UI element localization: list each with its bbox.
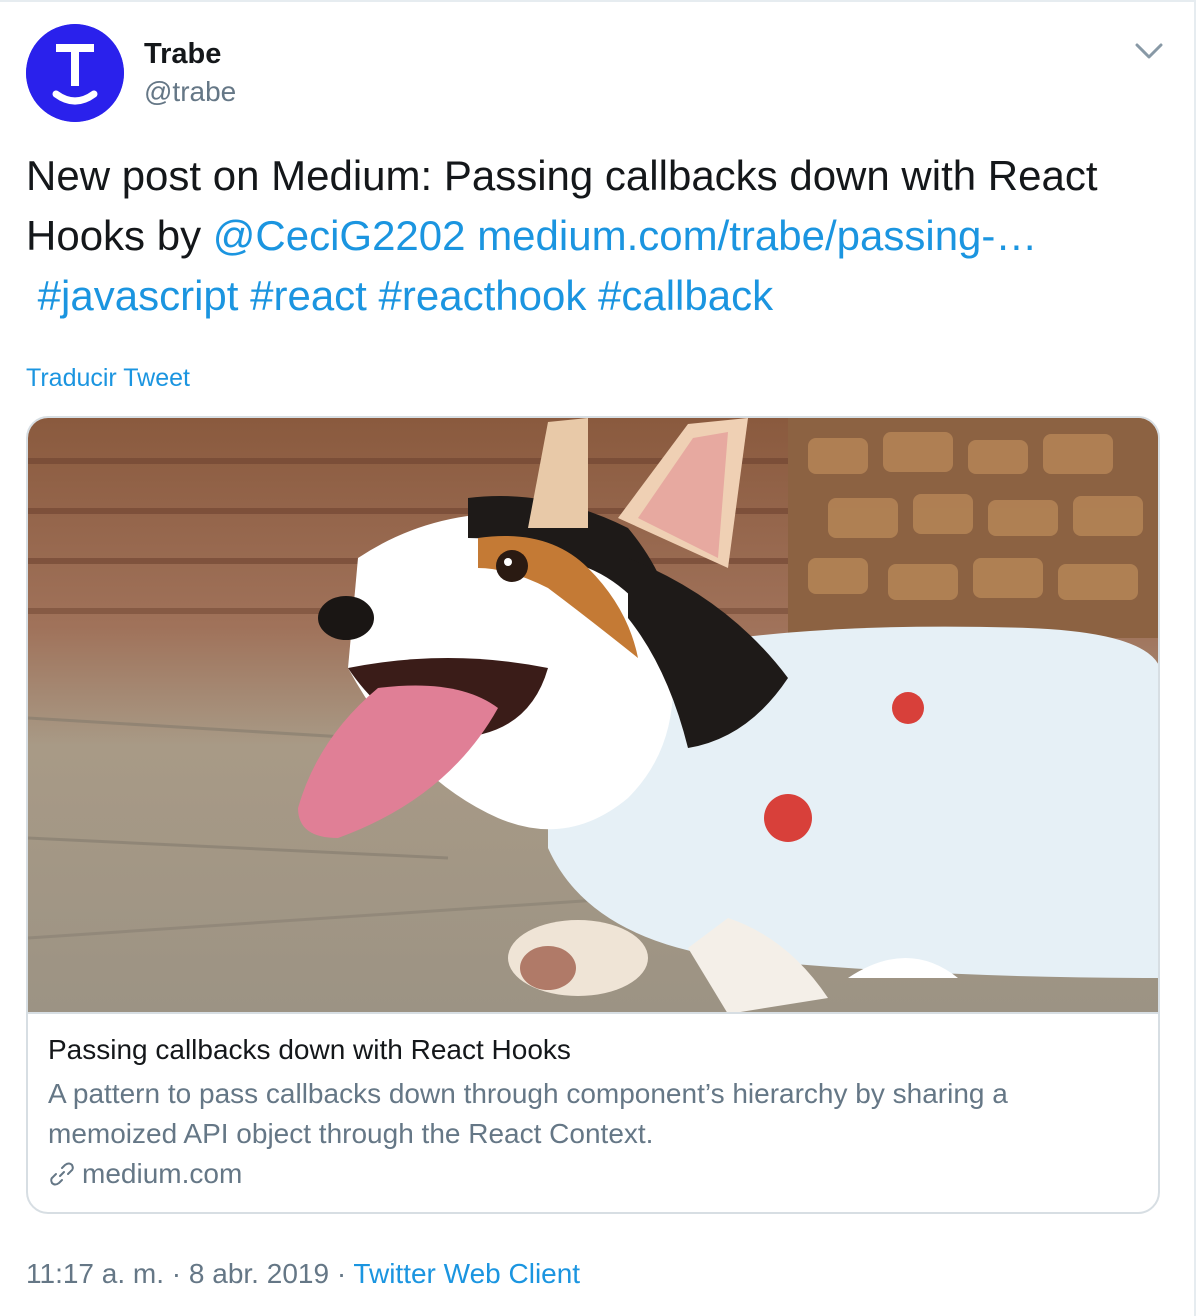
card-image[interactable] (28, 418, 1158, 1014)
tweet-source-link[interactable]: Twitter Web Client (353, 1258, 580, 1289)
tweet-date[interactable]: 8 abr. 2019 (189, 1258, 329, 1289)
corgi-photo (28, 418, 1158, 1014)
translate-tweet-link[interactable]: Traducir Tweet (26, 364, 190, 393)
card-domain[interactable]: medium.com (48, 1158, 242, 1190)
author-handle[interactable]: @trabe (144, 76, 236, 108)
avatar[interactable] (26, 24, 124, 122)
link-icon (48, 1160, 76, 1188)
hashtag-react[interactable]: #react (250, 272, 367, 319)
card-divider (28, 1012, 1158, 1014)
author-name[interactable]: Trabe (144, 38, 221, 71)
trabe-logo-icon (26, 24, 124, 122)
tweet-text: New post on Medium: Passing callbacks do… (26, 146, 1176, 326)
tweet-line-2-prefix: Hooks by (26, 212, 213, 259)
mention-link[interactable]: @CeciG2202 (213, 212, 466, 259)
meta-separator-2: · (336, 1258, 347, 1289)
frame-top-border (0, 0, 1196, 2)
url-link[interactable]: medium.com/trabe/passing-… (477, 212, 1037, 259)
link-preview-card[interactable]: Passing callbacks down with React Hooks … (26, 416, 1160, 1214)
hashtag-callback[interactable]: #callback (598, 272, 773, 319)
chevron-down-icon[interactable] (1132, 38, 1166, 64)
tweet-time[interactable]: 11:17 a. m. (26, 1258, 164, 1289)
hashtag-javascript[interactable]: #javascript (38, 272, 239, 319)
tweet-meta: 11:17 a. m. · 8 abr. 2019 · Twitter Web … (26, 1258, 580, 1290)
card-domain-text: medium.com (82, 1158, 243, 1189)
tweet-line-2: Hooks by @CeciG2202 medium.com/trabe/pas… (26, 206, 1176, 266)
card-title[interactable]: Passing callbacks down with React Hooks (48, 1034, 571, 1066)
hashtag-reacthook[interactable]: #reacthook (379, 272, 587, 319)
tweet-line-3: #javascript #react #reacthook #callback (26, 266, 1176, 326)
meta-separator: · (171, 1258, 182, 1289)
card-description: A pattern to pass callbacks down through… (48, 1078, 1008, 1149)
tweet-line-1: New post on Medium: Passing callbacks do… (26, 152, 1098, 199)
